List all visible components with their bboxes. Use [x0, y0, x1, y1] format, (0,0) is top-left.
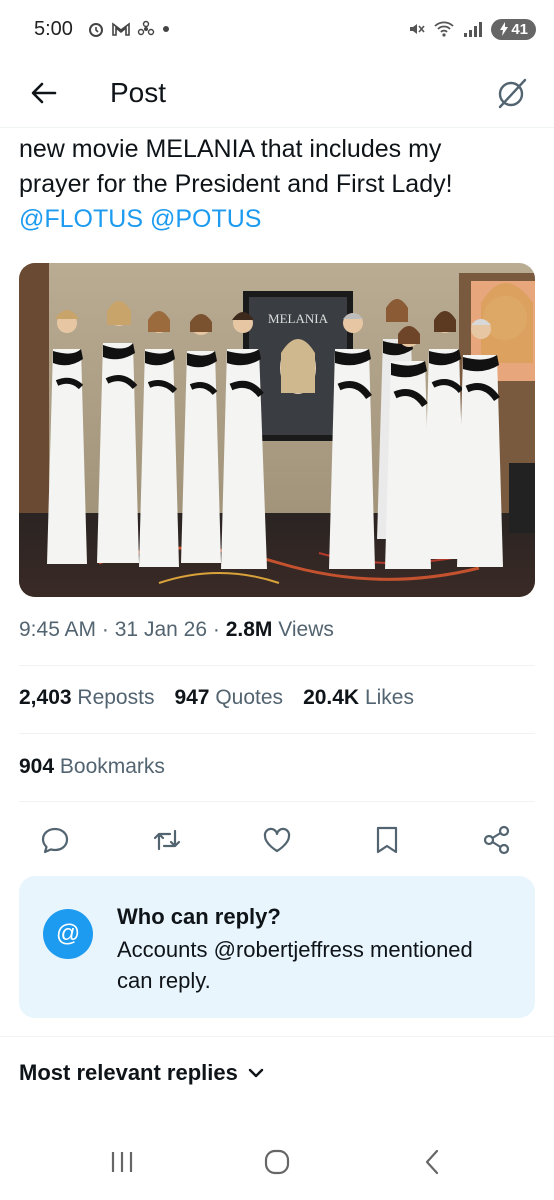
page-title: Post [110, 76, 167, 108]
quotes-stat[interactable]: 947 Quotes [174, 686, 283, 710]
status-time: 5:00 [34, 17, 73, 40]
tweet-meta: 9:45 AM · 31 Jan 26 · 2.8M Views [19, 618, 334, 642]
tweet-time: 9:45 AM [19, 618, 97, 641]
grok-icon [498, 78, 527, 108]
bookmark-button[interactable] [365, 818, 409, 862]
quotes-label: Quotes [215, 686, 284, 709]
status-left-icons [87, 20, 171, 38]
home-button[interactable] [247, 1140, 307, 1184]
bookmarks-label: Bookmarks [59, 755, 165, 778]
reply-button[interactable] [33, 818, 77, 862]
reply-icon [41, 827, 69, 854]
fan-icon [137, 20, 155, 36]
bookmark-icon [376, 826, 398, 854]
repost-icon [153, 829, 181, 851]
grok-button[interactable] [490, 71, 534, 115]
reposts-label: Reposts [77, 686, 155, 709]
mention-potus[interactable]: @POTUS [150, 205, 262, 233]
likes-label: Likes [364, 686, 414, 709]
reply-sort-dropdown[interactable]: Most relevant replies [19, 1060, 264, 1086]
battery-icon: 41 [491, 18, 536, 40]
meta-separator: · [212, 618, 220, 641]
meta-separator: · [101, 618, 109, 641]
status-right-icons: 41 [407, 18, 536, 40]
tweet-text-line1: new movie MELANIA that includes my [19, 135, 442, 163]
views-count: 2.8M [225, 618, 273, 641]
who-can-reply-desc: Accounts @robertjeffress mentioned can r… [117, 934, 517, 996]
system-back-button[interactable] [402, 1140, 462, 1184]
battery-level: 41 [511, 20, 528, 38]
system-nav-bar [0, 1140, 554, 1184]
chevron-down-icon [248, 1068, 264, 1078]
quotes-count: 947 [174, 686, 210, 709]
reposts-stat[interactable]: 2,403 Reposts [19, 686, 154, 710]
recents-button[interactable] [92, 1140, 152, 1184]
photo-illustration: MELANIA [19, 263, 535, 597]
engagement-stats: 2,403 Reposts 947 Quotes 20.4K Likes [19, 686, 414, 710]
likes-stat[interactable]: 20.4K Likes [303, 686, 414, 710]
tweet-photo[interactable]: MELANIA [19, 263, 535, 597]
alarm-icon [88, 23, 103, 37]
gmail-icon [112, 22, 130, 36]
share-button[interactable] [475, 818, 519, 862]
home-icon [264, 1149, 290, 1175]
views-label: Views [278, 618, 334, 641]
at-icon: @ [43, 909, 93, 959]
arrow-left-icon [31, 82, 57, 103]
wifi-icon [434, 21, 454, 37]
action-bar [0, 818, 554, 862]
like-button[interactable] [255, 818, 299, 862]
tweet-text-line2: prayer for the President and First Lady! [19, 170, 453, 198]
tweet-date: 31 Jan 26 [114, 618, 207, 641]
dot-icon [162, 26, 169, 32]
bookmarks-count: 904 [19, 755, 55, 778]
divider [19, 665, 535, 666]
status-bar: 5:00 41 [0, 0, 554, 58]
back-button[interactable] [22, 71, 66, 115]
mute-icon [410, 24, 425, 34]
who-can-reply-desc-line2: can reply. [117, 968, 211, 993]
like-icon [263, 827, 291, 853]
poster-title: MELANIA [268, 311, 329, 326]
share-icon [483, 825, 510, 855]
likes-count: 20.4K [303, 686, 360, 709]
signal-icon [464, 22, 483, 37]
who-can-reply-title: Who can reply? [117, 904, 281, 929]
who-can-reply-box: @ Who can reply? Accounts @robertjeffres… [19, 876, 535, 1018]
divider [19, 733, 535, 734]
post-header: Post [0, 58, 554, 128]
reply-sort-label: Most relevant replies [19, 1060, 238, 1085]
who-can-reply-desc-line1: Accounts @robertjeffress mentioned [117, 937, 473, 962]
bookmarks-stat[interactable]: 904 Bookmarks [19, 755, 165, 779]
divider [0, 1036, 554, 1037]
repost-button[interactable] [145, 818, 189, 862]
divider [19, 801, 535, 802]
recents-icon [111, 1152, 133, 1172]
tweet-text: new movie MELANIA that includes my praye… [19, 132, 539, 237]
reposts-count: 2,403 [19, 686, 72, 709]
mention-flotus[interactable]: @FLOTUS [19, 205, 143, 233]
chevron-left-icon [425, 1149, 439, 1175]
